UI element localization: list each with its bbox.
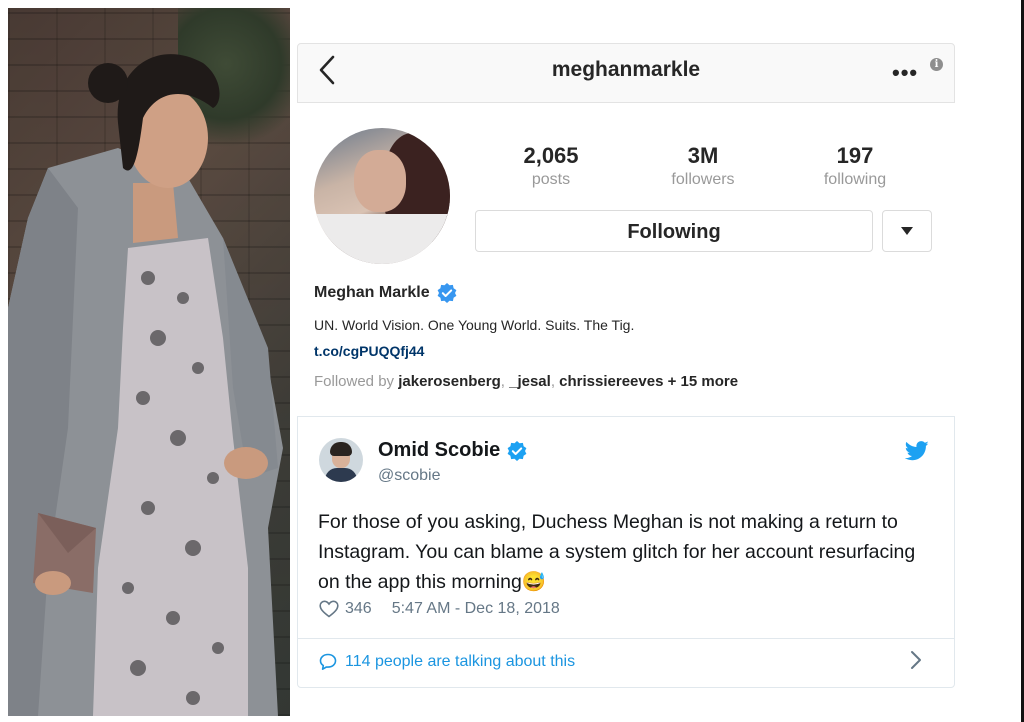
chevron-right-icon[interactable]: [910, 650, 922, 670]
profile-bio: UN. World Vision. One Young World. Suits…: [314, 317, 635, 333]
info-icon[interactable]: i: [930, 58, 943, 71]
stat-posts[interactable]: 2,065 posts: [491, 143, 611, 189]
stat-posts-value: 2,065: [523, 143, 579, 168]
followed-by-line[interactable]: Followed by jakerosenberg, _jesal, chris…: [314, 373, 738, 390]
stat-followers-value: 3M: [687, 143, 719, 168]
people-talking-link[interactable]: 114 people are talking about this: [319, 653, 575, 671]
profile-link[interactable]: t.co/cgPUQQfj44: [314, 343, 424, 359]
caret-down-icon: [901, 227, 913, 235]
instagram-profile-card: meghanmarkle ••• i 2,065 posts 3M follow…: [297, 43, 955, 416]
tweet-author-handle[interactable]: @scobie: [378, 467, 441, 485]
stat-following-value: 197: [836, 143, 874, 168]
followed-by-more[interactable]: + 15 more: [668, 373, 738, 390]
tweet-meta: 346 5:47 AM - Dec 18, 2018: [319, 600, 560, 618]
tweet-author-name-text: Omid Scobie: [378, 439, 501, 461]
suggestions-dropdown-button[interactable]: [882, 210, 932, 252]
photo-panel: [8, 8, 290, 716]
followed-by-user[interactable]: jakerosenberg: [398, 373, 501, 390]
sweat-smile-emoji: 😅: [521, 571, 547, 593]
verified-badge-icon: [437, 283, 456, 303]
followed-by-user[interactable]: chrissiereeves: [559, 373, 663, 390]
followed-by-user[interactable]: _jesal: [509, 373, 551, 390]
instagram-header-bar: meghanmarkle ••• i: [297, 43, 955, 103]
twitter-bird-icon[interactable]: [905, 441, 929, 461]
speech-bubble-icon: [319, 653, 337, 670]
tweet-author-name[interactable]: Omid Scobie: [378, 439, 527, 462]
tweet-author-avatar[interactable]: [319, 438, 363, 482]
stat-followers-label: followers: [671, 171, 735, 188]
heart-outline-icon[interactable]: [319, 600, 339, 618]
tweet-timestamp[interactable]: 5:47 AM - Dec 18, 2018: [392, 600, 560, 618]
stat-following-label: following: [823, 171, 887, 188]
people-talking-label: 114 people are talking about this: [345, 653, 576, 670]
display-name-text: Meghan Markle: [314, 284, 430, 301]
following-button[interactable]: Following: [475, 210, 873, 252]
like-count[interactable]: 346: [345, 600, 372, 618]
verified-badge-icon: [507, 440, 527, 461]
followed-by-prefix: Followed by: [314, 373, 395, 390]
stat-followers[interactable]: 3M followers: [643, 143, 763, 189]
stat-following[interactable]: 197 following: [795, 143, 915, 189]
tweet-body: For those of you asking, Duchess Meghan …: [318, 511, 916, 593]
woman-figure-illustration: [8, 54, 283, 716]
more-options-ellipsis-icon[interactable]: •••: [892, 60, 918, 86]
tweet-divider: [298, 638, 954, 639]
profile-display-name: Meghan Markle: [314, 283, 457, 303]
profile-username-title: meghanmarkle: [551, 58, 701, 81]
embedded-tweet-card: Omid Scobie @scobie For those of you ask…: [297, 416, 955, 688]
stat-posts-label: posts: [531, 171, 571, 188]
profile-avatar[interactable]: [314, 128, 450, 264]
tweet-text: For those of you asking, Duchess Meghan …: [318, 507, 938, 597]
